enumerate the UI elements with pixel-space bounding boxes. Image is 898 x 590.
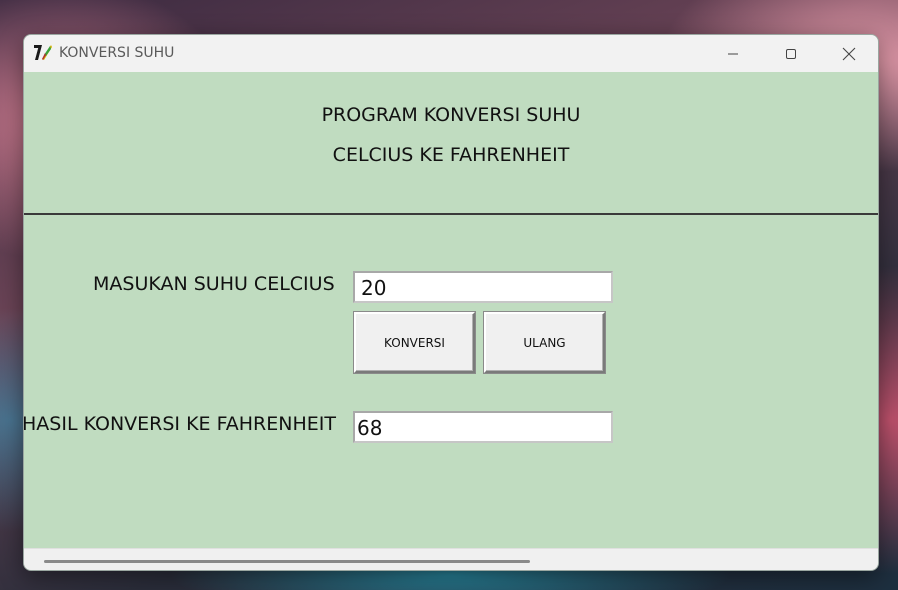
minimize-button[interactable]: [704, 35, 762, 72]
celcius-input[interactable]: 20: [353, 271, 613, 303]
window-title: KONVERSI SUHU: [59, 45, 175, 61]
maximize-icon: [786, 48, 796, 59]
main-content: PROGRAM KONVERSI SUHU CELCIUS KE FAHRENH…: [24, 72, 878, 548]
hasil-label: HASIL KONVERSI KE FAHRENHEIT: [23, 413, 336, 435]
minimize-icon: [728, 53, 738, 54]
horizontal-scrollbar[interactable]: [24, 548, 878, 570]
maximize-button[interactable]: [762, 35, 820, 72]
close-button[interactable]: [820, 35, 878, 72]
tk-feather-icon: [33, 43, 53, 63]
celcius-label: MASUKAN SUHU CELCIUS: [93, 273, 335, 295]
hasil-output[interactable]: 68: [353, 411, 613, 443]
ulang-button[interactable]: ULANG: [484, 312, 605, 373]
program-title: PROGRAM KONVERSI SUHU: [321, 104, 581, 126]
scrollbar-thumb[interactable]: [44, 560, 530, 563]
close-icon: [842, 47, 856, 60]
app-window: KONVERSI SUHU PROGRAM KONVERSI SUHU CELC…: [23, 34, 879, 571]
program-subtitle: CELCIUS KE FAHRENHEIT: [332, 144, 570, 166]
title-bar[interactable]: KONVERSI SUHU: [24, 35, 878, 72]
konversi-button[interactable]: KONVERSI: [354, 312, 475, 373]
divider: [24, 213, 878, 215]
